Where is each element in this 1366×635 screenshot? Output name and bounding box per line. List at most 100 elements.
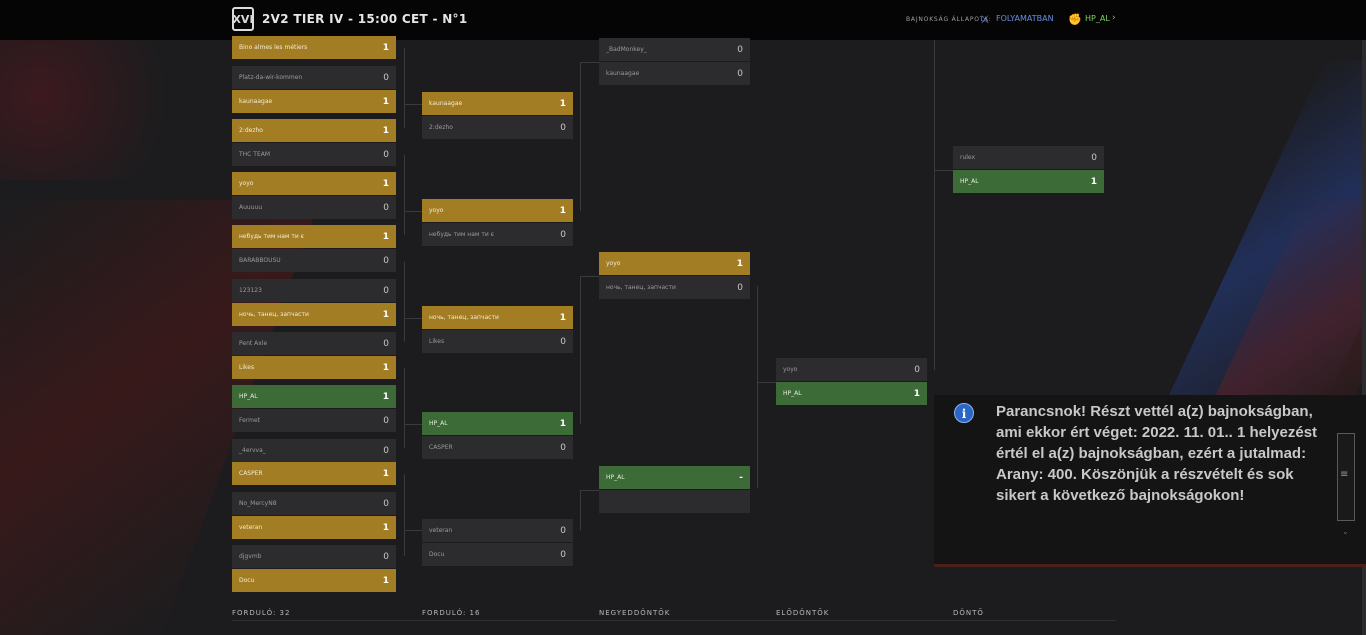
r32-team-row[interactable]: _4ervva_ 0 [232, 439, 396, 462]
r16-team-row[interactable]: ночь, танец, запчасти 1 [422, 306, 573, 329]
r16-team-row[interactable]: HP_AL 1 [422, 412, 573, 435]
qf-team-row[interactable]: HP_AL - [599, 466, 750, 489]
final-team-row[interactable]: HP_AL 1 [953, 170, 1104, 193]
qf-team-row[interactable]: _BadMonkey_ 0 [599, 38, 750, 61]
team-score: 1 [382, 42, 389, 53]
qf-team-row[interactable]: ночь, танец, запчасти 0 [599, 276, 750, 299]
team-name: HP_AL [783, 390, 802, 397]
r16-team-row[interactable]: CASPER 0 [422, 436, 573, 459]
bracket-connector [934, 40, 935, 370]
bracket-connector [404, 262, 405, 342]
qf-team-row[interactable] [599, 490, 750, 513]
team-name: ночь, танец, запчасти [606, 284, 676, 291]
team-name: Docu [239, 577, 255, 584]
notification-message: Parancsnok! Részt vettél a(z) bajnokságb… [996, 403, 1318, 504]
team-name: yoyo [239, 180, 254, 187]
r16-team-row[interactable]: yoyo 1 [422, 199, 573, 222]
scroll-grip-icon[interactable]: ≡ [1340, 469, 1348, 480]
team-name: Likes [429, 338, 445, 345]
r32-team-row[interactable]: Bino almes les métiers 1 [232, 36, 396, 59]
bracket-connector [404, 155, 405, 235]
bracket-connector [404, 48, 405, 128]
team-score: 1 [382, 522, 389, 533]
bracket-connector [934, 170, 953, 171]
r32-team-row[interactable]: BARABBOUSU 0 [232, 249, 396, 272]
round-label-semifinals: ELŐDÖNTŐK [776, 609, 830, 617]
r32-team-row[interactable]: No_MercyN8 0 [232, 492, 396, 515]
r32-team-row[interactable]: Likes 1 [232, 356, 396, 379]
r32-team-row[interactable]: djgvmb 0 [232, 545, 396, 568]
team-name: HP_AL [429, 420, 448, 427]
team-score: 0 [560, 442, 566, 453]
r16-team-row[interactable]: небудь тим нам ти є 0 [422, 223, 573, 246]
r32-team-row[interactable]: veteran 1 [232, 516, 396, 539]
team-score: 1 [913, 388, 920, 399]
team-name: 2:dezho [429, 124, 453, 131]
r32-team-row[interactable]: 2:dezho 1 [232, 119, 396, 142]
r32-team-row[interactable]: ночь, танец, запчасти 1 [232, 303, 396, 326]
r32-team-row[interactable]: Docu 1 [232, 569, 396, 592]
r16-team-row[interactable]: veteran 0 [422, 519, 573, 542]
team-name: veteran [429, 527, 453, 534]
final-team-row[interactable]: rulex 0 [953, 146, 1104, 169]
r32-team-row[interactable]: kaunaagae 1 [232, 90, 396, 113]
team-score: 0 [560, 336, 566, 347]
r32-team-row[interactable]: yoyo 1 [232, 172, 396, 195]
bracket-connector [404, 368, 405, 448]
qf-team-row[interactable]: yoyo 1 [599, 252, 750, 275]
tournament-status-value: FOLYAMATBAN [996, 14, 1054, 23]
r32-team-row[interactable]: Pent Axle 0 [232, 332, 396, 355]
chevron-right-icon[interactable]: › [1112, 13, 1116, 23]
qf-team-row[interactable]: kaunaagae 0 [599, 62, 750, 85]
team-score: 1 [1090, 176, 1097, 187]
sf-team-row[interactable]: yoyo 0 [776, 358, 927, 381]
r32-team-row[interactable]: HP_AL 1 [232, 385, 396, 408]
fist-icon: ✊ [1068, 13, 1082, 26]
r16-team-row[interactable]: Docu 0 [422, 543, 573, 566]
team-score: 0 [914, 364, 920, 375]
team-name: kaunaagae [429, 100, 463, 107]
team-score: 1 [382, 468, 389, 479]
bracket-connector [404, 318, 422, 319]
r32-team-row[interactable]: CASPER 1 [232, 462, 396, 485]
tournament-title: 2V2 TIER IV - 15:00 CET - N°1 [262, 12, 468, 26]
r32-team-row[interactable]: Auuuuu 0 [232, 196, 396, 219]
team-score: 0 [383, 285, 389, 296]
team-score: 1 [382, 178, 389, 189]
top-bar: XVI 2V2 TIER IV - 15:00 CET - N°1 BAJNOK… [0, 0, 1366, 40]
team-name: 123123 [239, 287, 262, 294]
team-name: kaunaagae [239, 98, 273, 105]
reward-notification[interactable]: i Parancsnok! Részt vettél a(z) bajnoksá… [934, 395, 1366, 567]
team-name: HP_AL [606, 474, 625, 481]
team-score: 0 [383, 445, 389, 456]
team-name: kaunaagae [606, 70, 640, 77]
r16-team-row[interactable]: kaunaagae 1 [422, 92, 573, 115]
user-name-link[interactable]: HP_AL [1085, 14, 1110, 23]
team-name: ночь, танец, запчасти [239, 311, 309, 318]
team-score: - [739, 472, 743, 483]
team-name: Likes [239, 364, 255, 371]
sf-team-row[interactable]: HP_AL 1 [776, 382, 927, 405]
bracket-connector [580, 276, 599, 277]
r32-team-row[interactable]: Platz-da-wir-kommen 0 [232, 66, 396, 89]
bracket-connector [757, 286, 758, 488]
team-name: Platz-da-wir-kommen [239, 74, 303, 81]
r32-team-row[interactable]: Fermet 0 [232, 409, 396, 432]
r16-team-row[interactable]: 2:dezho 0 [422, 116, 573, 139]
r32-team-row[interactable]: THC TEAM 0 [232, 143, 396, 166]
r32-team-row[interactable]: 123123 0 [232, 279, 396, 302]
round-label-quarterfinals: NEGYEDDÖNTŐK [599, 609, 671, 617]
crossed-swords-icon: ⚔ [980, 13, 990, 26]
team-name: _BadMonkey_ [606, 46, 647, 53]
team-score: 0 [383, 149, 389, 160]
chevron-down-icon[interactable]: ⌄ [1342, 527, 1349, 536]
r32-team-row[interactable]: небудь тим нам ти є 1 [232, 225, 396, 248]
team-score: 1 [382, 125, 389, 136]
team-name: Docu [429, 551, 445, 558]
r16-team-row[interactable]: Likes 0 [422, 330, 573, 353]
bracket-connector [580, 62, 581, 211]
team-name: Auuuuu [239, 204, 263, 211]
tournament-status-label: BAJNOKSÁG ÁLLAPOTA: [906, 16, 992, 23]
tournament-logo-icon[interactable]: XVI [232, 7, 254, 31]
bracket-connector [404, 424, 422, 425]
